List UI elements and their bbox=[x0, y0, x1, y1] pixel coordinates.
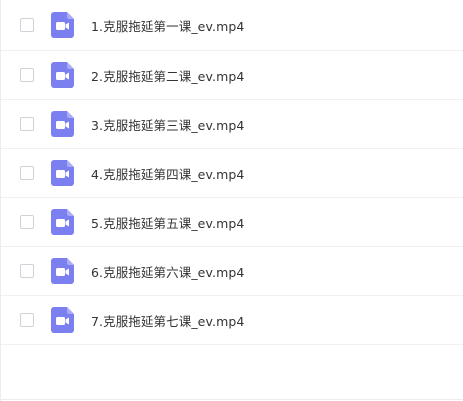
row-checkbox[interactable] bbox=[20, 166, 34, 180]
file-row-3[interactable]: 3.克服拖延第三课_ev.mp4 bbox=[1, 100, 463, 149]
file-name[interactable]: 5.克服拖延第五课_ev.mp4 bbox=[91, 213, 244, 232]
file-row-7[interactable]: 7.克服拖延第七课_ev.mp4 bbox=[1, 296, 463, 345]
file-name[interactable]: 2.克服拖延第二课_ev.mp4 bbox=[91, 66, 244, 85]
file-row-4[interactable]: 4.克服拖延第四课_ev.mp4 bbox=[1, 149, 463, 198]
file-name[interactable]: 3.克服拖延第三课_ev.mp4 bbox=[91, 115, 244, 134]
video-file-icon bbox=[51, 111, 74, 137]
video-file-icon bbox=[51, 160, 74, 186]
file-row-6[interactable]: 6.克服拖延第六课_ev.mp4 bbox=[1, 247, 463, 296]
file-row-1[interactable]: 1.克服拖延第一课_ev.mp4 bbox=[1, 0, 463, 51]
file-name[interactable]: 6.克服拖延第六课_ev.mp4 bbox=[91, 262, 244, 281]
row-checkbox[interactable] bbox=[20, 215, 34, 229]
panel-bottom-border bbox=[1, 399, 463, 400]
file-name[interactable]: 4.克服拖延第四课_ev.mp4 bbox=[91, 164, 244, 183]
video-file-icon bbox=[51, 209, 74, 235]
row-checkbox[interactable] bbox=[20, 68, 34, 82]
video-file-icon bbox=[51, 307, 74, 333]
file-name[interactable]: 1.克服拖延第一课_ev.mp4 bbox=[91, 16, 244, 35]
file-list: 1.克服拖延第一课_ev.mp4 2.克服拖延第二课_ev.mp4 3.克服拖延… bbox=[1, 0, 463, 345]
file-row-5[interactable]: 5.克服拖延第五课_ev.mp4 bbox=[1, 198, 463, 247]
video-file-icon bbox=[51, 12, 74, 38]
row-checkbox[interactable] bbox=[20, 264, 34, 278]
file-list-panel: 1.克服拖延第一课_ev.mp4 2.克服拖延第二课_ev.mp4 3.克服拖延… bbox=[0, 0, 463, 401]
row-checkbox[interactable] bbox=[20, 117, 34, 131]
file-name[interactable]: 7.克服拖延第七课_ev.mp4 bbox=[91, 311, 244, 330]
row-checkbox[interactable] bbox=[20, 18, 34, 32]
video-file-icon bbox=[51, 258, 74, 284]
file-row-2[interactable]: 2.克服拖延第二课_ev.mp4 bbox=[1, 51, 463, 100]
row-checkbox[interactable] bbox=[20, 313, 34, 327]
video-file-icon bbox=[51, 62, 74, 88]
